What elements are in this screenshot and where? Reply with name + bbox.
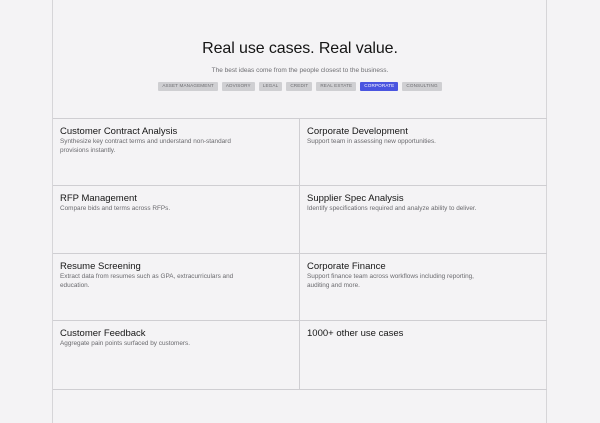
- use-case-card[interactable]: Supplier Spec Analysis Identify specific…: [300, 186, 547, 254]
- tag-asset-management[interactable]: ASSET MANAGEMENT: [158, 82, 218, 91]
- other-use-cases-card[interactable]: 1000+ other use cases: [300, 321, 547, 389]
- use-case-description: Compare bids and terms across RFPs.: [60, 205, 171, 212]
- use-case-card[interactable]: Customer Feedback Aggregate pain points …: [53, 321, 300, 389]
- use-case-title: Supplier Spec Analysis: [307, 193, 404, 204]
- tag-legal[interactable]: LEGAL: [258, 82, 283, 91]
- use-case-title: RFP Management: [60, 193, 137, 204]
- use-case-description: Support finance team across workflows in…: [307, 273, 474, 289]
- use-case-description: Extract data from resumes such as GPA, e…: [60, 273, 234, 289]
- other-use-cases-title: 1000+ other use cases: [307, 328, 404, 339]
- use-case-card[interactable]: Customer Contract Analysis Synthesize ke…: [53, 119, 300, 186]
- tag-corporate[interactable]: CORPORATE: [360, 82, 399, 91]
- use-case-description: Aggregate pain points surfaced by custom…: [60, 340, 191, 347]
- use-case-description: Identify specifications required and ana…: [307, 205, 477, 212]
- use-case-card[interactable]: RFP Management Compare bids and terms ac…: [53, 186, 300, 254]
- use-case-description: Support team in assessing new opportunit…: [307, 138, 436, 145]
- hero-section: Real use cases. Real value. The best ide…: [0, 40, 600, 91]
- tag-advisory[interactable]: ADVISORY: [221, 82, 255, 91]
- use-case-title: Customer Feedback: [60, 328, 146, 339]
- use-case-title: Corporate Finance: [307, 261, 386, 272]
- use-case-grid: Customer Contract Analysis Synthesize ke…: [53, 118, 547, 390]
- page-title: Real use cases. Real value.: [202, 40, 398, 57]
- use-case-title: Customer Contract Analysis: [60, 126, 178, 137]
- use-case-card[interactable]: Resume Screening Extract data from resum…: [53, 254, 300, 321]
- industry-filter-tags: ASSET MANAGEMENT ADVISORY LEGAL CREDIT R…: [0, 82, 600, 91]
- use-case-card[interactable]: Corporate Development Support team in as…: [300, 119, 547, 186]
- use-case-title: Resume Screening: [60, 261, 141, 272]
- tag-real-estate[interactable]: REAL ESTATE: [316, 82, 357, 91]
- use-case-title: Corporate Development: [307, 126, 408, 137]
- tag-credit[interactable]: CREDIT: [286, 82, 313, 91]
- use-case-description: Synthesize key contract terms and unders…: [60, 138, 231, 154]
- use-case-card[interactable]: Corporate Finance Support finance team a…: [300, 254, 547, 321]
- page-subtitle: The best ideas come from the people clos…: [211, 67, 389, 74]
- tag-consulting[interactable]: CONSULTING: [402, 82, 442, 91]
